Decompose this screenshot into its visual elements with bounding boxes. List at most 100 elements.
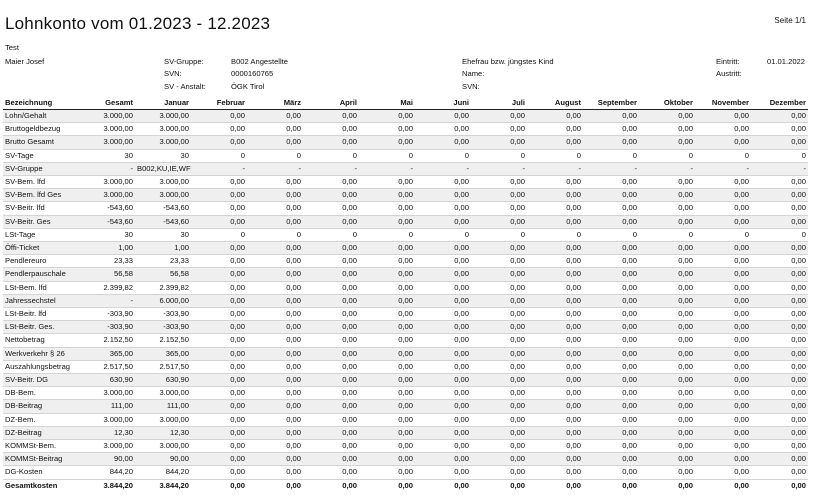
payroll-table: Bezeichnung Gesamt Januar Februar März A…	[3, 96, 808, 492]
cell-value: 365,00	[80, 347, 135, 361]
cell-value: 0	[247, 149, 303, 163]
cell-value: 0,00	[471, 267, 527, 282]
cell-value: 844,20	[80, 465, 135, 480]
cell-value: 12,30	[135, 426, 191, 441]
cell-value: 0,00	[583, 241, 639, 256]
cell-value: 0,00	[695, 360, 751, 375]
cell-value: 0,00	[247, 281, 303, 295]
cell-value: 0,00	[303, 439, 359, 454]
cell-value: 0,00	[471, 281, 527, 295]
cell-value: 0,00	[527, 135, 583, 150]
cell-value: 0,00	[527, 109, 583, 124]
cell-value: 0,00	[695, 135, 751, 150]
cell-value: 0,00	[303, 188, 359, 203]
cell-value: 23,33	[80, 254, 135, 269]
cell-value: 0,00	[527, 360, 583, 375]
cell-value: 0,00	[191, 386, 247, 401]
cell-value: 30	[135, 149, 191, 163]
cell-value: 0,00	[415, 399, 471, 414]
cell-value: 0,00	[191, 109, 247, 124]
cell-value: 0,00	[471, 175, 527, 190]
cell-value: 0,00	[191, 281, 247, 295]
cell-value: 0,00	[751, 307, 808, 322]
column-header: April	[303, 96, 359, 110]
row-label: LSt-Bem. lfd	[3, 281, 80, 295]
row-label: DB-Beitrag	[3, 399, 80, 414]
cell-value: 0,00	[415, 373, 471, 388]
cell-value: 0,00	[751, 135, 808, 150]
cell-value: 0,00	[303, 281, 359, 295]
row-label: Pendlerpauschale	[3, 267, 80, 282]
cell-value: 0,00	[247, 175, 303, 190]
company-name: Test	[5, 43, 19, 52]
cell-value: 0,00	[639, 333, 695, 348]
cell-value: 0,00	[415, 360, 471, 375]
cell-value: 30	[80, 228, 135, 243]
cell-value: 0	[191, 228, 247, 243]
cell-value: 0,00	[751, 478, 808, 492]
cell-value: -	[527, 162, 583, 177]
cell-value: 0,00	[751, 188, 808, 203]
cell-value: 0,00	[639, 413, 695, 427]
cell-value: 0,00	[191, 215, 247, 229]
cell-value: 0	[583, 149, 639, 163]
cell-value: 0,00	[695, 439, 751, 454]
cell-value: 111,00	[135, 399, 191, 414]
cell-value: 0,00	[303, 215, 359, 229]
row-label: Werkverkehr § 26	[3, 347, 80, 361]
cell-value: -	[583, 162, 639, 177]
cell-value: 0,00	[751, 201, 808, 216]
cell-value: 111,00	[80, 399, 135, 414]
cell-value: 0,00	[303, 267, 359, 282]
cell-value: 0,00	[303, 135, 359, 150]
cell-value: 0,00	[527, 373, 583, 388]
cell-value: -	[303, 162, 359, 177]
cell-value: 630,90	[80, 373, 135, 388]
table-row: Lohn/Gehalt 3.000,00 3.000,00 0,00 0,00 0,00 0…	[3, 109, 808, 124]
cell-value: 0,00	[583, 386, 639, 401]
row-label: Bruttogeldbezug	[3, 122, 80, 137]
cell-value: 0,00	[583, 347, 639, 361]
cell-value: 0,00	[471, 465, 527, 480]
cell-value: 0,00	[471, 478, 527, 492]
column-header: Juli	[471, 96, 527, 110]
cell-value: 0,00	[359, 439, 415, 454]
cell-value: 0,00	[639, 347, 695, 361]
cell-value: 0,00	[471, 307, 527, 322]
column-header: Dezember	[751, 96, 808, 110]
cell-value: 0,00	[359, 399, 415, 414]
cell-value: 0,00	[359, 215, 415, 229]
cell-value: 0,00	[359, 267, 415, 282]
cell-value: 0,00	[415, 347, 471, 361]
cell-value: 0,00	[415, 426, 471, 441]
cell-value: 0,00	[247, 413, 303, 427]
cell-value: 3.000,00	[135, 439, 191, 454]
cell-value: 0,00	[583, 478, 639, 492]
cell-value: 0,00	[751, 109, 808, 124]
table-row: SV-Bem. lfd Ges 3.000,00 3.000,00 0,00 0,00 0…	[3, 188, 808, 203]
cell-value: 0,00	[583, 307, 639, 322]
cell-value: -	[471, 162, 527, 177]
row-label: LSt-Beitr. Ges.	[3, 320, 80, 335]
cell-value: 0,00	[415, 215, 471, 229]
cell-value: 0,00	[639, 399, 695, 414]
cell-value: 0,00	[471, 360, 527, 375]
cell-value: 0,00	[247, 122, 303, 137]
cell-value: 0,00	[303, 373, 359, 388]
cell-value: 0,00	[695, 109, 751, 124]
table-row: SV-Beitr. lfd -543,60 -543,60 0,00 0,00 0,00 0…	[3, 201, 808, 216]
cell-value: 0,00	[247, 241, 303, 256]
cell-value: 0	[695, 228, 751, 243]
cell-value: 0,00	[191, 347, 247, 361]
cell-value: 0,00	[583, 426, 639, 441]
cell-value: 3.000,00	[135, 188, 191, 203]
cell-value: 30	[80, 149, 135, 163]
cell-value: 0,00	[471, 254, 527, 269]
cell-value: 0,00	[359, 175, 415, 190]
cell-value: 2.399,82	[80, 281, 135, 295]
cell-value: 0,00	[191, 135, 247, 150]
cell-value: 0,00	[247, 320, 303, 335]
cell-value: 0,00	[247, 399, 303, 414]
cell-value: 0,00	[583, 281, 639, 295]
cell-value: 0,00	[415, 201, 471, 216]
